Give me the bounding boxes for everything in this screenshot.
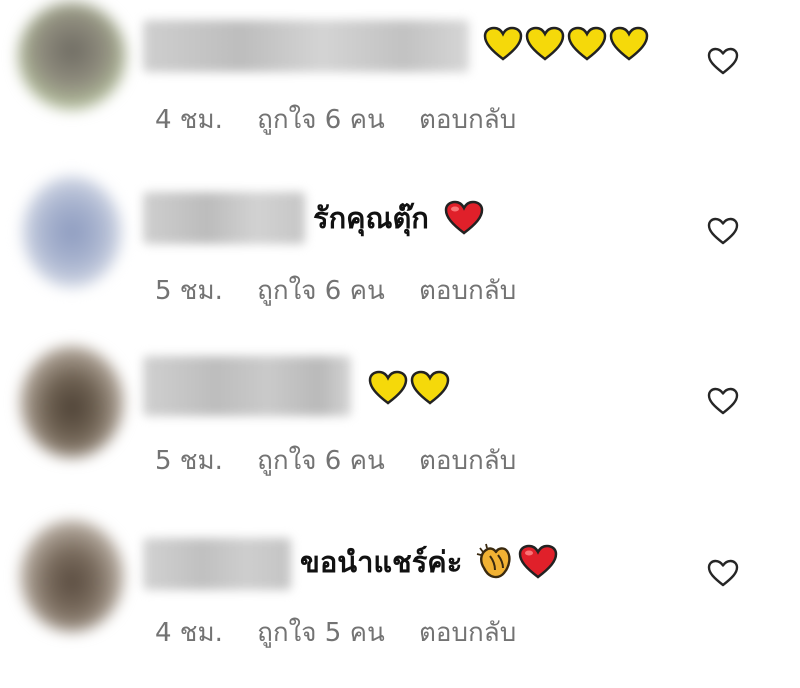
comment-likes-count[interactable]: ถูกใจ 6 คน [257,444,385,478]
comment-emoji-row [444,200,484,236]
yellow-heart-icon [410,370,450,405]
comment-likes-count[interactable]: ถูกใจ 6 คน [257,274,385,308]
comment-meta: 4 ชม. ถูกใจ 6 คน ตอบกลับ [155,103,516,137]
red-heart-icon [444,200,484,235]
yellow-heart-icon [609,26,649,61]
red-heart-icon [518,544,558,579]
username-blurred[interactable] [143,20,469,72]
comment-emoji-row [368,370,450,406]
comment-item: 4 ชม. ถูกใจ 6 คน ตอบกลับ [0,0,800,170]
heart-outline-icon[interactable] [706,46,740,76]
heart-outline-icon[interactable] [706,558,740,588]
comment-text: รักคุณตุ๊ก [313,201,429,235]
avatar[interactable] [20,346,124,458]
username-blurred[interactable] [143,192,305,244]
comment-time: 5 ชม. [155,446,223,476]
clapping-hands-icon [476,543,511,579]
avatar[interactable] [18,2,126,110]
comment-time: 5 ชม. [155,276,223,306]
comment-item: ขอนำแชร์ค่ะ 4 ชม. ถูกใจ 5 คน ตอบกลับ [0,510,800,680]
comment-emoji-row [474,542,558,582]
comment-item: 5 ชม. ถูกใจ 6 คน ตอบกลับ [0,340,800,510]
comment-emoji-row [483,26,649,62]
reply-button[interactable]: ตอบกลับ [419,103,516,137]
comment-time: 4 ชม. [155,105,223,135]
yellow-heart-icon [368,370,408,405]
reply-button[interactable]: ตอบกลับ [419,274,516,308]
comment-likes-count[interactable]: ถูกใจ 5 คน [257,616,385,650]
comment-likes-count[interactable]: ถูกใจ 6 คน [257,103,385,137]
comment-text: ขอนำแชร์ค่ะ [300,545,463,579]
avatar[interactable] [22,176,122,288]
yellow-heart-icon [525,26,565,61]
comment-meta: 5 ชม. ถูกใจ 6 คน ตอบกลับ [155,274,516,308]
yellow-heart-icon [483,26,523,61]
comment-meta: 5 ชม. ถูกใจ 6 คน ตอบกลับ [155,444,516,478]
reply-button[interactable]: ตอบกลับ [419,616,516,650]
reply-button[interactable]: ตอบกลับ [419,444,516,478]
comment-list: 4 ชม. ถูกใจ 6 คน ตอบกลับ รักคุณตุ๊ก 5 ชม… [0,0,800,688]
comment-item: รักคุณตุ๊ก 5 ชม. ถูกใจ 6 คน ตอบกลับ [0,170,800,340]
heart-outline-icon[interactable] [706,216,740,246]
username-blurred[interactable] [143,356,351,416]
username-blurred[interactable] [143,538,291,590]
heart-outline-icon[interactable] [706,386,740,416]
yellow-heart-icon [567,26,607,61]
comment-meta: 4 ชม. ถูกใจ 5 คน ตอบกลับ [155,616,516,650]
comment-time: 4 ชม. [155,618,223,648]
avatar[interactable] [20,520,124,632]
